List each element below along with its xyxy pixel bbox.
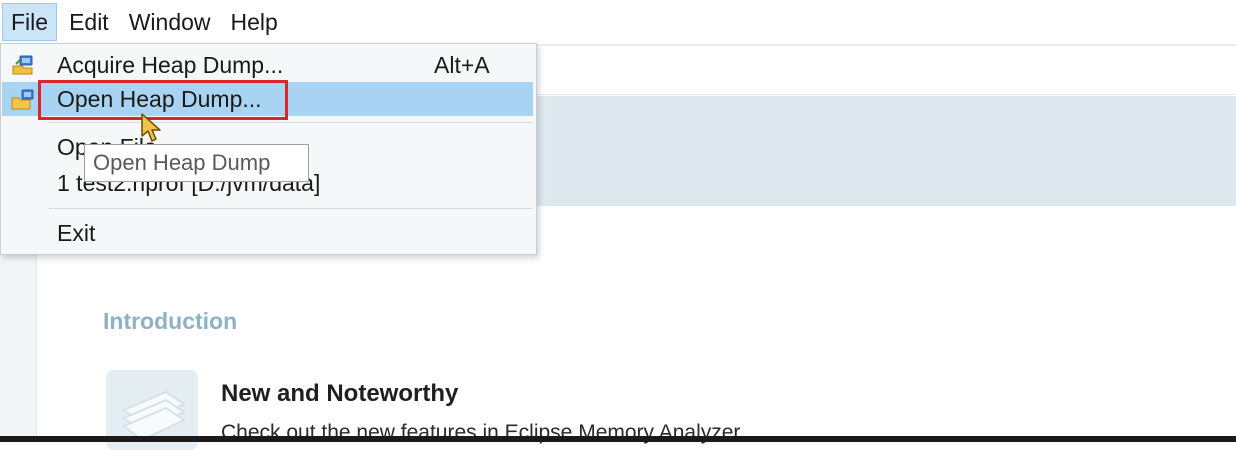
open-folder-icon (10, 87, 36, 111)
menu-file[interactable]: File (2, 3, 58, 41)
screen-bottom-edge (0, 436, 1236, 442)
menu-separator (49, 122, 533, 123)
menu-bar: File Edit Window Help (0, 0, 1236, 44)
introduction-heading: Introduction (103, 308, 238, 334)
menu-separator (49, 208, 533, 209)
tooltip: Open Heap Dump (84, 144, 309, 182)
menu-window[interactable]: Window (121, 3, 219, 41)
feature-title[interactable]: New and Noteworthy (221, 380, 458, 408)
menu-item-shortcut: Alt+A (434, 52, 490, 78)
menu-item-acquire-heap-dump[interactable]: Acquire Heap Dump... Alt+A (2, 48, 533, 82)
menu-item-label: Exit (57, 220, 96, 246)
menu-help[interactable]: Help (223, 3, 286, 41)
menu-item-exit[interactable]: Exit (2, 216, 533, 250)
menu-edit[interactable]: Edit (61, 3, 117, 41)
acquire-heap-icon (10, 53, 36, 77)
menu-item-label: Acquire Heap Dump... (57, 52, 284, 78)
mouse-cursor-icon (140, 112, 166, 144)
